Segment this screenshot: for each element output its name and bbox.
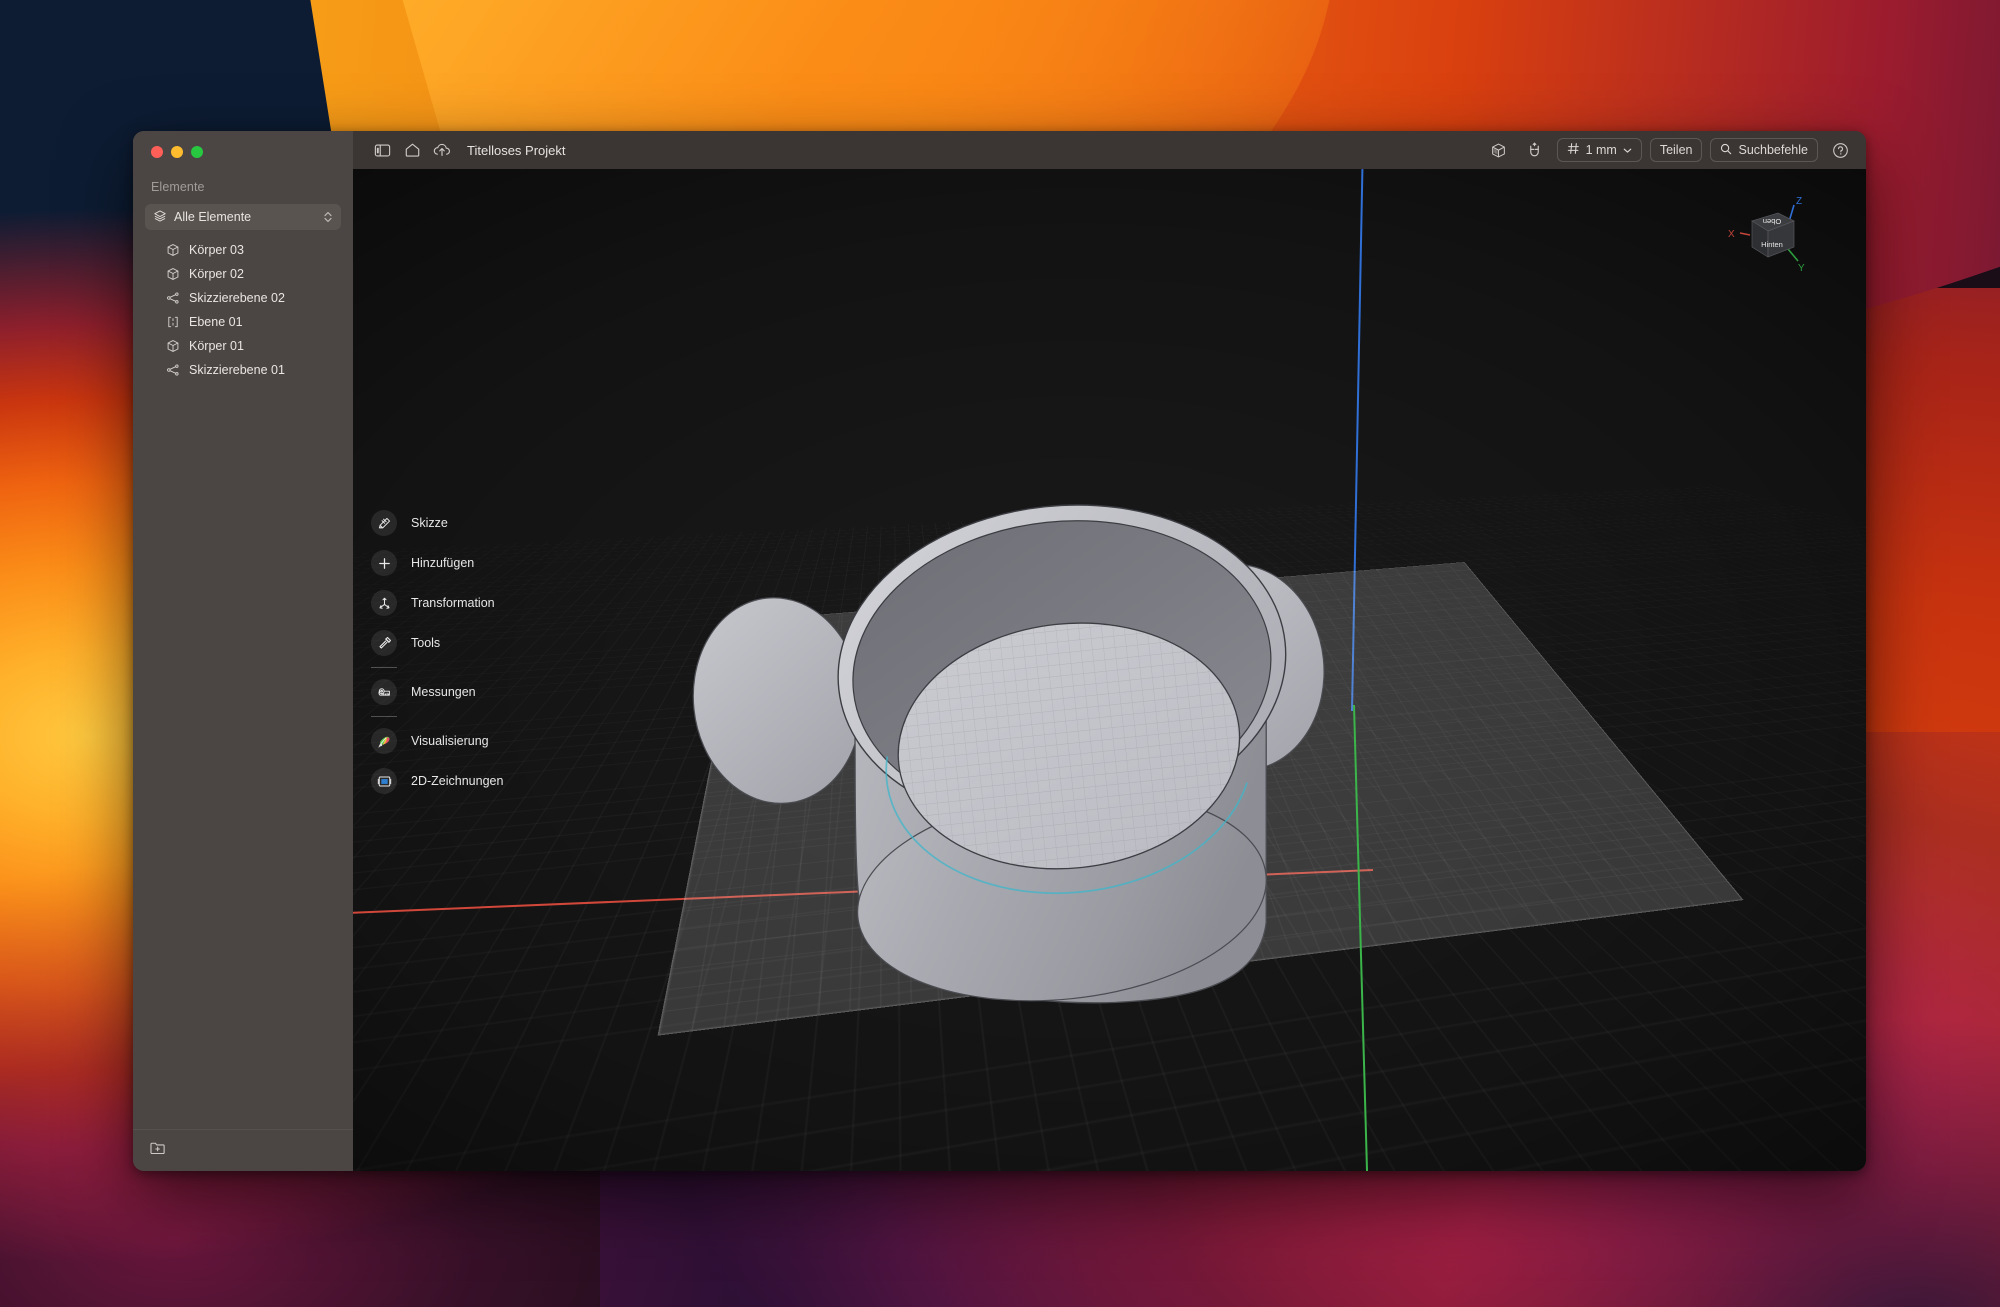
body-cube-icon bbox=[166, 243, 180, 257]
viewcube-label-front: Hinten bbox=[1761, 240, 1783, 249]
tape-measure-icon bbox=[371, 679, 397, 705]
hammer-icon bbox=[371, 630, 397, 656]
tool-palette: Skizze Hinzufügen Transformation Tools M… bbox=[371, 503, 503, 801]
tree-item-label: Körper 02 bbox=[189, 267, 244, 281]
tool-skizze[interactable]: Skizze bbox=[371, 503, 503, 543]
view-cube[interactable]: Z Y X Oben Hinten bbox=[1722, 191, 1814, 277]
close-button[interactable] bbox=[151, 146, 163, 158]
tree-item-koerper-03[interactable]: Körper 03 bbox=[133, 238, 353, 262]
tool-label: Visualisierung bbox=[411, 734, 489, 748]
search-icon bbox=[1720, 143, 1732, 158]
viewcube-label-top: Oben bbox=[1763, 217, 1781, 226]
tool-label: Tools bbox=[411, 636, 441, 650]
document-title: Titelloses Projekt bbox=[467, 142, 566, 158]
upload-cloud-icon[interactable] bbox=[427, 137, 457, 163]
grid-unit-dropdown[interactable]: 1 mm bbox=[1556, 138, 1642, 162]
body-cube-icon bbox=[166, 267, 180, 281]
tool-label: Skizze bbox=[411, 516, 448, 530]
tool-separator-2 bbox=[371, 716, 397, 717]
minimize-button[interactable] bbox=[171, 146, 183, 158]
sketch-node-icon bbox=[166, 363, 180, 377]
sidebar-section-title: Elemente bbox=[151, 180, 205, 194]
search-placeholder: Suchbefehle bbox=[1738, 143, 1808, 157]
app-window: Elemente Alle Elemente Körper 03 Körper … bbox=[133, 131, 1866, 1171]
model-pot[interactable] bbox=[353, 169, 1866, 1171]
tool-tools[interactable]: Tools bbox=[371, 623, 503, 663]
elements-filter-dropdown[interactable]: Alle Elemente bbox=[145, 204, 341, 230]
tree-item-label: Ebene 01 bbox=[189, 315, 243, 329]
move-arrows-icon bbox=[371, 590, 397, 616]
tool-label: Hinzufügen bbox=[411, 556, 475, 570]
search-commands-field[interactable]: Suchbefehle bbox=[1710, 138, 1818, 162]
grid-icon bbox=[1567, 142, 1580, 158]
tool-label: Transformation bbox=[411, 596, 495, 610]
paintbrush-icon bbox=[371, 728, 397, 754]
grid-unit-value: 1 mm bbox=[1585, 143, 1617, 157]
tree-item-skizzierebene-02[interactable]: Skizzierebene 02 bbox=[133, 286, 353, 310]
tool-messungen[interactable]: Messungen bbox=[371, 672, 503, 712]
new-folder-icon[interactable] bbox=[149, 1140, 167, 1161]
plus-icon bbox=[371, 550, 397, 576]
sketch-pencil-icon bbox=[371, 510, 397, 536]
share-label: Teilen bbox=[1659, 143, 1693, 157]
tree-item-ebene-01[interactable]: Ebene 01 bbox=[133, 310, 353, 334]
tool-separator-1 bbox=[371, 667, 397, 668]
sidebar-footer bbox=[133, 1129, 353, 1171]
sidebar: Elemente Alle Elemente Körper 03 Körper … bbox=[133, 131, 353, 1171]
tree-item-label: Skizzierebene 02 bbox=[189, 291, 285, 305]
viewcube-label-y: Y bbox=[1798, 263, 1805, 274]
share-button[interactable]: Teilen bbox=[1649, 138, 1703, 162]
sketch-node-icon bbox=[166, 291, 180, 305]
titlebar: Titelloses Projekt 1 mm Teilen Suchbefeh… bbox=[353, 131, 1866, 169]
help-circle-icon[interactable] bbox=[1826, 138, 1854, 162]
tree-item-skizzierebene-01[interactable]: Skizzierebene 01 bbox=[133, 358, 353, 382]
elements-filter-label: Alle Elemente bbox=[174, 210, 252, 224]
tool-label: Messungen bbox=[411, 685, 476, 699]
viewcube-label-z: Z bbox=[1796, 196, 1802, 207]
viewcube-axis-x bbox=[1739, 232, 1751, 236]
tree-item-label: Skizzierebene 01 bbox=[189, 363, 285, 377]
main-pane: Titelloses Projekt 1 mm Teilen Suchbefeh… bbox=[353, 131, 1866, 1171]
viewport-3d[interactable]: Z Y X Oben Hinten Skizze Hinzufügen Tran… bbox=[353, 169, 1866, 1171]
chevron-up-down-icon bbox=[323, 210, 333, 224]
maximize-button[interactable] bbox=[191, 146, 203, 158]
tree-item-koerper-02[interactable]: Körper 02 bbox=[133, 262, 353, 286]
elements-tree: Körper 03 Körper 02 Skizzierebene 02 Ebe… bbox=[133, 236, 353, 1129]
tool-transformation[interactable]: Transformation bbox=[371, 583, 503, 623]
tree-item-label: Körper 01 bbox=[189, 339, 244, 353]
drawing-sheet-icon bbox=[371, 768, 397, 794]
tool-hinzufuegen[interactable]: Hinzufügen bbox=[371, 543, 503, 583]
layers-icon bbox=[153, 209, 167, 226]
tool-label: 2D-Zeichnungen bbox=[411, 774, 504, 788]
viewcube-label-x: X bbox=[1728, 229, 1735, 240]
tool-2d-zeichnungen[interactable]: 2D-Zeichnungen bbox=[371, 761, 503, 801]
window-traffic-lights bbox=[133, 131, 353, 171]
tree-item-koerper-01[interactable]: Körper 01 bbox=[133, 334, 353, 358]
render-cube-icon[interactable] bbox=[1485, 138, 1513, 162]
chevron-down-icon bbox=[1623, 143, 1632, 157]
body-cube-icon bbox=[166, 339, 180, 353]
titlebar-right-controls: 1 mm Teilen Suchbefehle bbox=[1485, 138, 1854, 162]
sidebar-toggle-icon[interactable] bbox=[367, 137, 397, 163]
home-icon[interactable] bbox=[397, 137, 427, 163]
plane-icon bbox=[166, 315, 180, 329]
tool-visualisierung[interactable]: Visualisierung bbox=[371, 721, 503, 761]
tree-item-label: Körper 03 bbox=[189, 243, 244, 257]
viewcube-axis-y bbox=[1787, 248, 1799, 262]
magnet-snap-icon[interactable] bbox=[1521, 138, 1549, 162]
